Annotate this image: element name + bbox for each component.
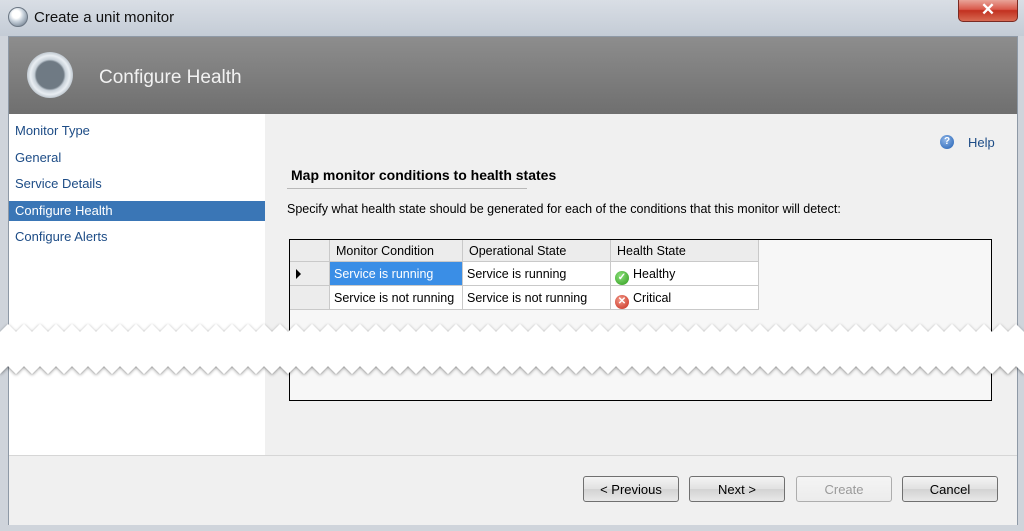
app-icon xyxy=(8,7,28,27)
cell-condition-2[interactable]: Service is not running xyxy=(330,286,463,310)
health-state-label: Critical xyxy=(633,291,672,305)
row-header-1[interactable] xyxy=(290,262,330,286)
create-button[interactable]: Create xyxy=(796,476,892,502)
healthy-check-icon: ✓ xyxy=(615,271,629,285)
title-bar[interactable]: Create a unit monitor ✕ xyxy=(0,0,1024,36)
grid-corner-header xyxy=(290,240,330,262)
section-title: Map monitor conditions to health states xyxy=(291,167,557,183)
current-row-arrow-icon xyxy=(296,269,301,279)
critical-x-icon: ✕ xyxy=(615,295,629,309)
column-header-health-state[interactable]: Health State xyxy=(611,240,759,262)
cell-condition-1[interactable]: Service is running xyxy=(330,262,463,286)
close-icon: ✕ xyxy=(980,0,996,19)
nav-item-service-details[interactable]: Service Details xyxy=(9,174,265,194)
dialog-client: Configure Health Monitor Type General Se… xyxy=(8,36,1018,525)
wizard-footer: < Previous Next > Create Cancel xyxy=(9,455,1017,525)
row-header-2[interactable] xyxy=(290,286,330,310)
nav-item-monitor-type[interactable]: Monitor Type xyxy=(9,121,265,141)
help-link[interactable]: Help xyxy=(968,135,995,150)
dialog-window: Create a unit monitor ✕ Configure Health… xyxy=(0,0,1024,531)
cell-health-1[interactable]: ✓ Healthy xyxy=(611,262,759,286)
wizard-logo-icon xyxy=(27,52,73,98)
previous-button[interactable]: < Previous xyxy=(583,476,679,502)
section-divider xyxy=(287,188,527,189)
column-header-monitor-condition[interactable]: Monitor Condition xyxy=(330,240,463,262)
next-button[interactable]: Next > xyxy=(689,476,785,502)
wizard-header: Configure Health xyxy=(9,37,1017,114)
torn-break-overlay xyxy=(0,324,1024,374)
cell-health-2[interactable]: ✕ Critical xyxy=(611,286,759,310)
health-state-label: Healthy xyxy=(633,267,676,281)
content-pane: ? Help Map monitor conditions to health … xyxy=(265,114,1017,455)
nav-item-configure-alerts[interactable]: Configure Alerts xyxy=(9,227,265,247)
page-title: Configure Health xyxy=(99,67,242,88)
cell-operational-2[interactable]: Service is not running xyxy=(463,286,611,310)
window-title: Create a unit monitor xyxy=(34,9,175,26)
help-icon[interactable]: ? xyxy=(940,135,954,149)
section-description: Specify what health state should be gene… xyxy=(287,202,841,216)
column-header-operational-state[interactable]: Operational State xyxy=(463,240,611,262)
nav-item-general[interactable]: General xyxy=(9,148,265,168)
cancel-button[interactable]: Cancel xyxy=(902,476,998,502)
nav-item-configure-health[interactable]: Configure Health xyxy=(9,201,265,221)
cell-operational-1[interactable]: Service is running xyxy=(463,262,611,286)
close-button[interactable]: ✕ xyxy=(958,0,1018,22)
